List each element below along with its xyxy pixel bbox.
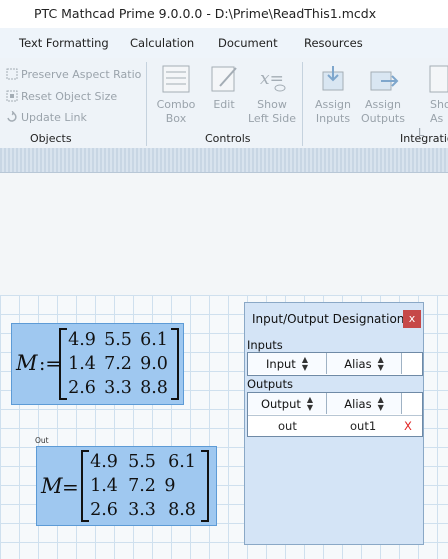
update-link-label: Update Link <box>21 110 87 124</box>
outputs-column-output[interactable]: Output ▲ ▼ <box>248 393 327 414</box>
show-left-side-label-2: Left Side <box>248 112 296 125</box>
inputs-section-label: Inputs <box>247 338 283 352</box>
inputs-column-input-label: Input <box>266 356 296 371</box>
edit-control-label: Edit <box>213 98 235 111</box>
tab-calculation[interactable]: Calculation <box>130 36 194 50</box>
output-name[interactable]: out <box>278 419 297 433</box>
matrix-cell: 6.1 <box>168 452 196 472</box>
inputs-column-alias-label: Alias <box>344 356 372 371</box>
math-region-definition[interactable]: M := 4.9 5.5 6.1 1.4 7.2 9.0 2.6 3.3 8.8 <box>11 323 184 405</box>
assign-outputs-button[interactable]: Assign Outputs <box>359 64 407 126</box>
assign-inputs-label-2: Inputs <box>315 112 351 125</box>
update-link-icon <box>6 110 18 123</box>
reset-object-size-button[interactable]: Reset Object Size <box>6 87 117 105</box>
edit-control-button[interactable]: Edit <box>200 64 248 112</box>
show-left-side-icon: x= <box>256 64 288 94</box>
sort-icon: ▲ ▼ <box>306 394 314 412</box>
inputs-column-alias[interactable]: Alias ▲ ▼ <box>327 353 402 374</box>
preserve-aspect-ratio-label: Preserve Aspect Ratio <box>21 67 142 81</box>
show-as-list-button[interactable]: Sho As L <box>418 64 448 140</box>
svg-text:x=: x= <box>260 69 284 89</box>
ribbon-separator <box>146 62 147 146</box>
show-as-list-label-1: Sho <box>430 98 448 111</box>
definition-operator: := <box>39 353 62 375</box>
inputs-table: Input ▲ ▼ Alias ▲ ▼ <box>247 352 423 376</box>
matrix: 4.9 5.5 6.1 1.4 7.2 9 2.6 3.3 8.8 <box>81 450 209 522</box>
matrix-cell: 3.3 <box>104 378 132 398</box>
io-designation-dialog: Input/Output Designation x Inputs Input … <box>244 302 424 545</box>
ribbon-collapse-band <box>0 148 448 173</box>
update-link-button[interactable]: Update Link <box>6 108 87 126</box>
edit-control-icon <box>208 64 240 94</box>
matrix-cell: 3.3 <box>128 500 156 520</box>
close-button[interactable]: x <box>403 310 421 328</box>
show-as-list-icon <box>428 64 448 94</box>
assign-inputs-label-1: Assign <box>315 98 351 111</box>
assign-outputs-label-2: Outputs <box>361 112 405 125</box>
output-alias[interactable]: out1 <box>350 419 376 433</box>
assign-inputs-icon <box>317 64 349 94</box>
output-tag: Out <box>35 436 49 445</box>
matrix-cell: 5.5 <box>128 452 156 472</box>
delete-output-button[interactable]: X <box>404 419 412 433</box>
table-row[interactable]: out out1 X <box>248 415 422 436</box>
matrix-cell: 1.4 <box>90 476 118 496</box>
show-left-side-button[interactable]: x= Show Left Side <box>248 64 296 126</box>
outputs-column-output-label: Output <box>260 396 301 411</box>
assign-inputs-button[interactable]: Assign Inputs <box>309 64 357 126</box>
inputs-column-input[interactable]: Input ▲ ▼ <box>248 353 327 374</box>
tab-document[interactable]: Document <box>218 36 278 50</box>
ribbon: Preserve Aspect Ratio Reset Object Size … <box>0 58 448 149</box>
matrix-right-bracket <box>201 450 209 522</box>
matrix-cell: 2.6 <box>90 500 118 520</box>
matrix-variable: M <box>41 474 63 498</box>
outputs-section-label: Outputs <box>247 377 293 391</box>
outputs-table: Output ▲ ▼ Alias ▲ ▼ out out1 X <box>247 392 423 437</box>
preserve-aspect-ratio-button[interactable]: Preserve Aspect Ratio <box>6 65 141 83</box>
combo-box-label-1: Combo <box>156 98 196 111</box>
tab-resources[interactable]: Resources <box>304 36 363 50</box>
matrix-cell: 5.5 <box>104 330 132 350</box>
matrix-cell: 8.8 <box>168 500 196 520</box>
sort-icon: ▲ ▼ <box>301 354 308 372</box>
matrix-cell: 2.6 <box>68 378 96 398</box>
combo-box-label-2: Box <box>165 112 187 125</box>
matrix-cell: 8.8 <box>140 378 168 398</box>
show-left-side-label-1: Show <box>257 98 287 111</box>
combo-box-button[interactable]: Combo Box <box>152 64 200 126</box>
sort-icon: ▲ ▼ <box>377 394 384 412</box>
matrix-cell: 7.2 <box>104 354 132 374</box>
combo-box-icon <box>160 64 192 94</box>
integration-group-label: Integration <box>400 132 448 145</box>
assign-outputs-icon <box>367 64 399 94</box>
window-title: PTC Mathcad Prime 9.0.0.0 - D:\Prime\Rea… <box>34 6 377 21</box>
math-region-evaluation[interactable]: M = 4.9 5.5 6.1 1.4 7.2 9 2.6 3.3 8.8 <box>36 446 217 526</box>
matrix-cell: 4.9 <box>68 330 96 350</box>
assign-outputs-label-1: Assign <box>365 98 401 111</box>
matrix-cell: 9 <box>164 476 176 496</box>
controls-group-label: Controls <box>205 132 251 145</box>
matrix-cell: 1.4 <box>68 354 96 374</box>
outputs-column-alias[interactable]: Alias ▲ ▼ <box>327 393 402 414</box>
aspect-ratio-icon <box>6 68 18 80</box>
reset-size-icon <box>6 90 18 102</box>
outputs-column-alias-label: Alias <box>344 396 372 411</box>
sort-icon: ▲ ▼ <box>377 354 384 372</box>
matrix: 4.9 5.5 6.1 1.4 7.2 9.0 2.6 3.3 8.8 <box>59 328 179 400</box>
reset-object-size-label: Reset Object Size <box>21 89 118 103</box>
ribbon-separator <box>302 62 303 146</box>
tab-text-formatting[interactable]: Text Formatting <box>19 36 109 50</box>
evaluation-operator: = <box>62 475 79 499</box>
matrix-variable: M <box>16 351 38 375</box>
matrix-cell: 4.9 <box>90 452 118 472</box>
ribbon-tabs: Text Formatting Calculation Document Res… <box>0 28 448 59</box>
title-bar: PTC Mathcad Prime 9.0.0.0 - D:\Prime\Rea… <box>0 0 448 28</box>
dialog-title: Input/Output Designation <box>252 312 405 326</box>
matrix-cell: 6.1 <box>140 330 168 350</box>
objects-group-label: Objects <box>30 132 72 145</box>
matrix-cell: 9.0 <box>140 354 168 374</box>
